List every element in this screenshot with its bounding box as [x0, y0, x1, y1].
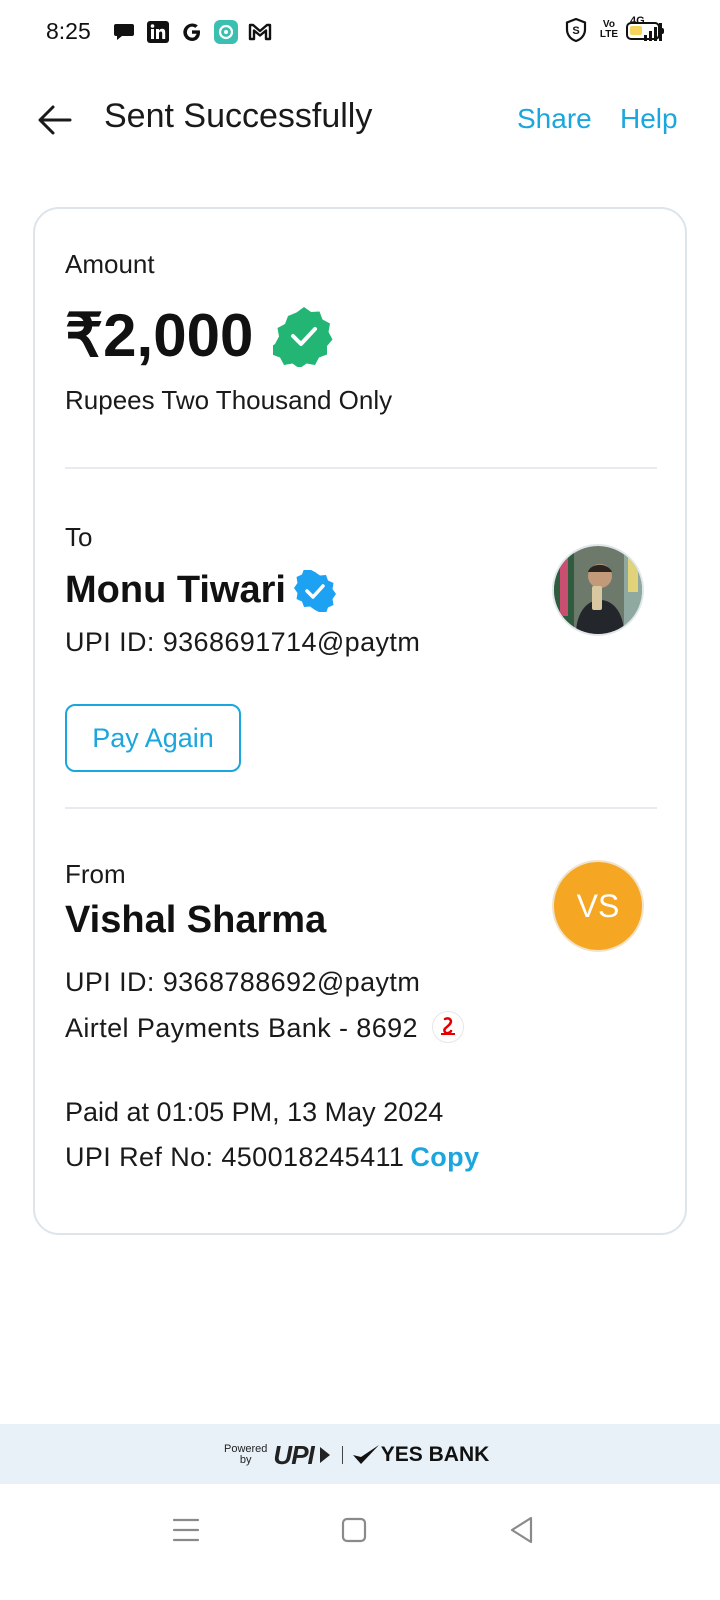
volte-icon: Vo LTE [599, 19, 618, 40]
upi-ref-row: UPI Ref No: 450018245411 Copy [65, 1142, 479, 1173]
menu-button[interactable] [166, 1510, 206, 1550]
sender-bank: Airtel Payments Bank - 8692 [65, 1013, 418, 1043]
recipient-name-row: Monu Tiwari [65, 569, 336, 612]
powered-by-footer: Powered by UPI YES BANK [0, 1424, 720, 1484]
back-button[interactable] [34, 99, 76, 141]
page-title: Sent Successfully [104, 97, 373, 135]
sender-avatar[interactable]: VS [552, 860, 644, 952]
battery-icon [626, 22, 664, 40]
menu-icon [172, 1518, 200, 1542]
chat-bubble-icon [112, 20, 136, 44]
transaction-card: Amount ₹2,000 Rupees Two Thousand Only T… [33, 207, 687, 1235]
divider [65, 467, 657, 469]
amount-value: ₹2,000 [65, 302, 254, 369]
checkmark-icon [352, 1445, 379, 1464]
from-label: From [65, 859, 126, 889]
divider [341, 1446, 343, 1464]
app-header: Sent Successfully Share Help [0, 80, 720, 160]
share-button[interactable]: Share [517, 103, 592, 135]
arrow-left-icon [38, 105, 72, 135]
profile-photo [554, 546, 642, 634]
system-nav-bar [0, 1484, 720, 1600]
upi-arrow-icon [319, 1447, 330, 1463]
linkedin-icon [146, 20, 170, 44]
google-icon [180, 20, 204, 44]
amount-in-words: Rupees Two Thousand Only [65, 385, 393, 415]
to-label: To [65, 522, 93, 552]
success-badge-icon [273, 307, 333, 367]
gmail-icon [248, 20, 272, 44]
pay-again-button[interactable]: Pay Again [65, 704, 241, 772]
yes-bank-logo: YES BANK [351, 1443, 490, 1467]
sender-bank-row: Airtel Payments Bank - 8692 [65, 1010, 464, 1046]
status-bar: 8:25 S Vo LTE 4G [0, 0, 720, 64]
airtel-bank-logo-icon [431, 1010, 464, 1043]
amount-label: Amount [65, 249, 155, 279]
back-nav-button[interactable] [502, 1510, 542, 1550]
svg-text:S: S [572, 25, 579, 37]
app-icon [214, 20, 238, 44]
notification-icons [112, 19, 272, 45]
recipient-avatar[interactable] [552, 544, 644, 636]
status-time: 8:25 [46, 18, 91, 44]
sender-upi-id: UPI ID: 9368788692@paytm [65, 967, 421, 997]
square-icon [341, 1517, 367, 1543]
verified-badge-icon [293, 569, 336, 612]
home-button[interactable] [334, 1510, 374, 1550]
paid-at: Paid at 01:05 PM, 13 May 2024 [65, 1097, 444, 1127]
upi-ref-number: UPI Ref No: 450018245411 [65, 1142, 405, 1172]
bank-name: YES BANK [380, 1443, 490, 1466]
help-button[interactable]: Help [620, 103, 678, 135]
sender-name: Vishal Sharma [65, 899, 327, 941]
powered-by-label: Powered by [224, 1443, 268, 1466]
shield-icon: S [564, 18, 588, 42]
sender-name-row: Vishal Sharma [65, 899, 326, 942]
recipient-upi-id: UPI ID: 9368691714@paytm [65, 627, 421, 657]
recipient-name: Monu Tiwari [65, 569, 286, 611]
copy-button[interactable]: Copy [410, 1142, 479, 1172]
amount-row: ₹2,000 [65, 301, 335, 371]
triangle-back-icon [510, 1516, 533, 1544]
divider [65, 807, 657, 809]
upi-logo: UPI [273, 1439, 314, 1470]
